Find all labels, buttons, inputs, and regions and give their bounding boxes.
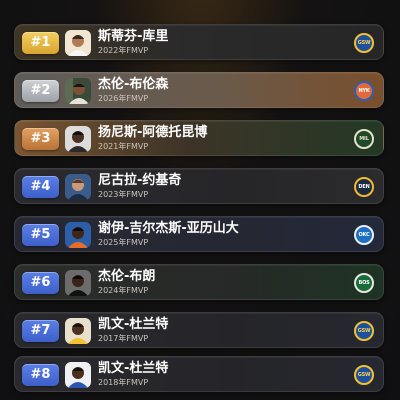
team-logo-icon: GSW	[354, 33, 374, 53]
player-name: 凯文-杜兰特	[98, 317, 169, 332]
player-avatar	[65, 270, 91, 296]
team-logo-icon: NYK	[354, 81, 374, 101]
fmvp-year: 2024年FMVP	[98, 286, 149, 295]
team-logo-icon: MIL	[354, 129, 374, 149]
player-avatar	[65, 222, 91, 248]
rank-badge: #1	[22, 32, 59, 54]
player-name: 斯蒂芬-库里	[98, 29, 169, 44]
player-name: 杰伦-布伦森	[98, 77, 169, 92]
player-name: 凯文-杜兰特	[98, 361, 169, 376]
rank-badge: #8	[22, 364, 59, 386]
player-avatar	[65, 174, 91, 200]
player-avatar	[65, 30, 91, 56]
player-name: 谢伊-吉尔杰斯-亚历山大	[98, 221, 239, 236]
list-item[interactable]: #2 杰伦-布伦森 2026年FMVP NYK	[14, 72, 384, 108]
fmvp-year: 2023年FMVP	[98, 190, 149, 199]
player-name: 尼古拉-约基奇	[98, 173, 182, 188]
team-logo-icon: OKC	[354, 225, 374, 245]
player-avatar	[65, 126, 91, 152]
team-logo-icon: DEN	[354, 177, 374, 197]
team-logo-icon: BOS	[354, 273, 374, 293]
rank-badge: #3	[22, 128, 59, 150]
fmvp-ranking-list: #1 斯蒂芬-库里 2022年FMVP GSW #2 杰伦-布伦森 2026年F…	[0, 0, 400, 400]
player-name: 杰伦-布朗	[98, 269, 156, 284]
fmvp-year: 2017年FMVP	[98, 334, 149, 343]
rank-badge: #6	[22, 272, 59, 294]
list-item[interactable]: #4 尼古拉-约基奇 2023年FMVP DEN	[14, 168, 384, 204]
list-item[interactable]: #3 扬尼斯-阿德托昆博 2021年FMVP MIL	[14, 120, 384, 156]
list-item[interactable]: #1 斯蒂芬-库里 2022年FMVP GSW	[14, 24, 384, 60]
player-name: 扬尼斯-阿德托昆博	[98, 125, 208, 140]
team-logo-icon: GSW	[354, 321, 374, 341]
list-item[interactable]: #7 凯文-杜兰特 2017年FMVP GSW	[14, 312, 384, 348]
team-logo-icon: GSW	[354, 365, 374, 385]
fmvp-year: 2026年FMVP	[98, 94, 149, 103]
list-item[interactable]: #8 凯文-杜兰特 2018年FMVP GSW	[14, 356, 384, 392]
fmvp-year: 2018年FMVP	[98, 378, 149, 387]
player-avatar	[65, 78, 91, 104]
rank-badge: #2	[22, 80, 59, 102]
fmvp-year: 2022年FMVP	[98, 46, 149, 55]
rank-badge: #7	[22, 320, 59, 342]
rank-badge: #4	[22, 176, 59, 198]
rank-badge: #5	[22, 224, 59, 246]
player-avatar	[65, 362, 91, 388]
fmvp-year: 2021年FMVP	[98, 142, 149, 151]
player-avatar	[65, 318, 91, 344]
fmvp-year: 2025年FMVP	[98, 238, 149, 247]
list-item[interactable]: #5 谢伊-吉尔杰斯-亚历山大 2025年FMVP OKC	[14, 216, 384, 252]
list-item[interactable]: #6 杰伦-布朗 2024年FMVP BOS	[14, 264, 384, 300]
